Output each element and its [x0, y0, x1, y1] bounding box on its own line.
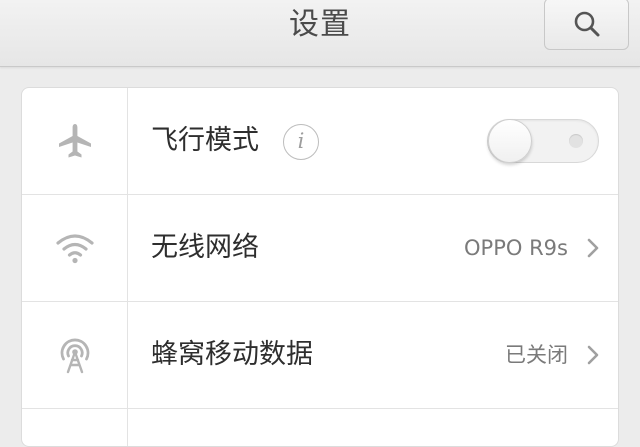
wifi-network-value: OPPO R9s	[464, 236, 568, 260]
wifi-label: 无线网络	[151, 232, 259, 263]
airplane-icon	[22, 88, 128, 194]
settings-row-airplane-mode: 飞行模式 i	[22, 88, 618, 194]
info-icon[interactable]: i	[283, 124, 319, 160]
header-bar: 设置	[0, 0, 640, 67]
toggle-knob[interactable]	[488, 119, 532, 163]
cellular-antenna-icon	[22, 302, 128, 408]
cellular-data-value: 已关闭	[505, 343, 568, 367]
airplane-mode-label: 飞行模式	[151, 125, 259, 156]
chevron-right-icon	[587, 238, 599, 258]
chevron-right-icon	[587, 345, 599, 365]
row-divider	[22, 408, 618, 409]
airplane-mode-toggle[interactable]	[487, 119, 599, 163]
search-icon	[574, 11, 599, 37]
wifi-icon	[22, 195, 128, 301]
cellular-data-label: 蜂窝移动数据	[151, 339, 313, 370]
search-button[interactable]	[544, 0, 629, 50]
toggle-indicator-dot	[569, 134, 583, 148]
settings-row-wifi[interactable]: 无线网络 OPPO R9s	[22, 195, 618, 301]
settings-row-cellular-data[interactable]: 蜂窝移动数据 已关闭	[22, 302, 618, 408]
settings-card: 飞行模式 i 无线网络 OPPO R9s 蜂窝移动数据 已关闭	[21, 87, 619, 447]
